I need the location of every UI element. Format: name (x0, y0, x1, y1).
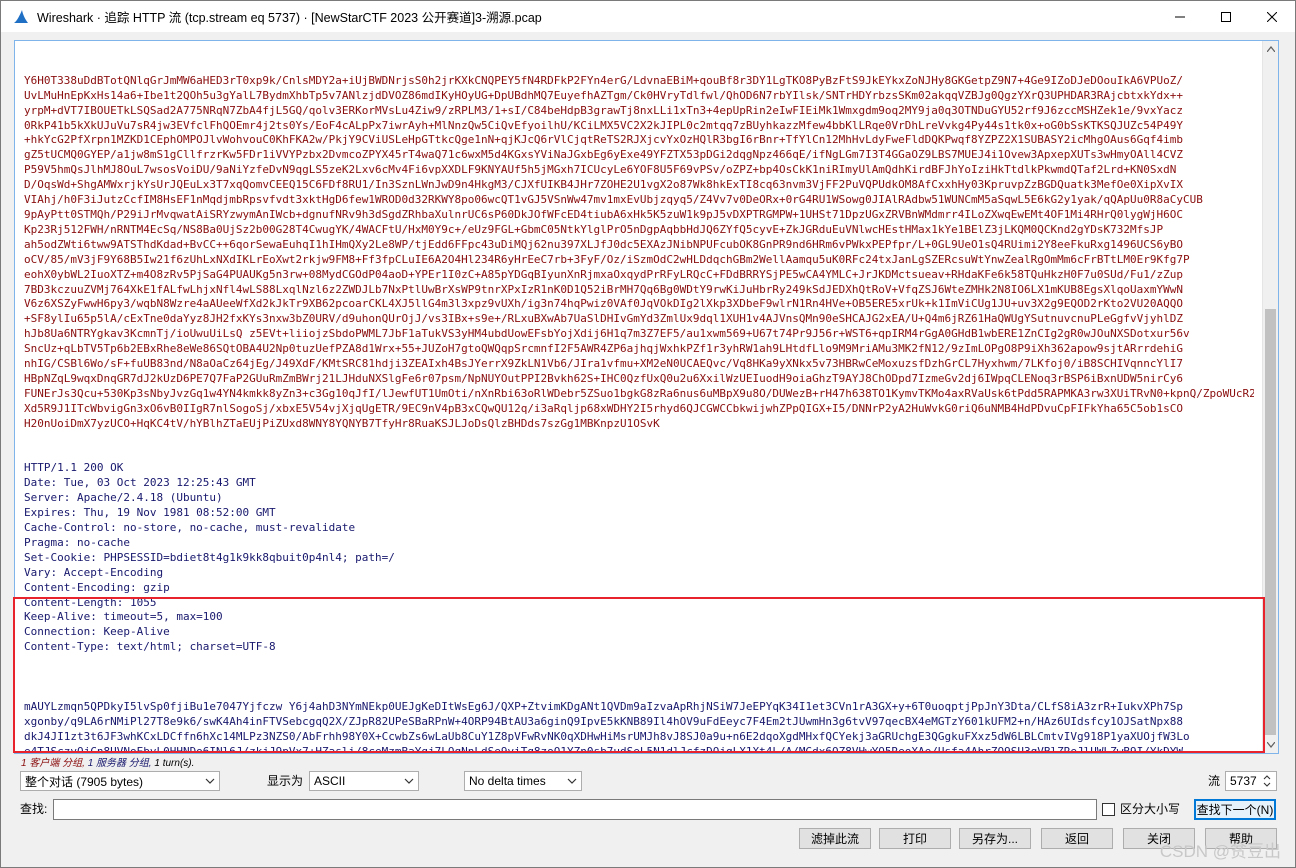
background-window-strip (1, 853, 1295, 867)
stream-line: Content-Encoding: gzip (24, 580, 170, 594)
stream-line: Kp23Rj512FWH/nRNTM4EcSq/NS8Ba0UjSz2b00G2… (24, 222, 1164, 236)
find-input[interactable] (53, 799, 1097, 820)
stream-line: Pragma: no-cache (24, 535, 130, 549)
stream-line: Y6H0T338uDdBTotQNlqGrJmMW6aHED3rT0xp9k/C… (24, 73, 1183, 87)
stream-line: dkJ4JI1zt3t6JF3whKCxLDCffn6hXc14MLPz3NZS… (24, 729, 1190, 743)
stream-line: Vary: Accept-Encoding (24, 565, 164, 579)
chevron-down-icon (567, 778, 577, 784)
spin-arrows-icon[interactable] (1262, 773, 1272, 789)
chevron-down-icon (404, 778, 414, 784)
stream-line: hJb8Ua6NTRYgkav3KcmnTj/ioUwuUiLsQ z5EVt+… (24, 327, 1190, 341)
stream-line: 0RkP41b5kXkUJuVu7sR4jw3EVfclFhQOEmr4j2ts… (24, 118, 1183, 132)
chevron-up-icon (1267, 46, 1275, 52)
stream-line: P59V5hmQsJlhMJ8OuL7wsosVoiDU/9aNiYzfeDvN… (24, 163, 1177, 177)
print-button[interactable]: 打印 (879, 828, 951, 849)
stream-line: H20nUoiDmX7yzUCO+HqKC4tV/hYBlhZTaEUjPiZU… (24, 416, 660, 430)
stream-line: UvLMuHnEpKxHs14a6+Ibe1t2QOh5u3gYalL7Bydm… (24, 88, 1183, 102)
packet-stats-line: 1 客户端 分组, 1 服务器 分组, 1 turn(s). (21, 754, 194, 769)
scroll-down-arrow[interactable] (1263, 737, 1278, 753)
stream-line: +hkYcG2PfXrpn1MZKD1CEphOMPOJlvWohvouC0Kh… (24, 133, 1183, 147)
find-label: 查找: (20, 802, 48, 816)
window-controls (1157, 1, 1295, 32)
vertical-scrollbar[interactable] (1262, 41, 1278, 753)
filter-out-stream-button[interactable]: 滤掉此流 (799, 828, 871, 849)
back-button[interactable]: 返回 (1041, 828, 1113, 849)
stream-text[interactable]: Y6H0T338uDdBTotQNlqGrJmMW6aHED3rT0xp9k/C… (24, 44, 1254, 754)
stream-line: Xd5R9J1ITcWbvigGn3xO6vB0IIgR7nlSogoSj/xb… (24, 401, 1183, 415)
stream-line: Server: Apache/2.4.18 (Ubuntu) (24, 491, 223, 505)
stream-line: ah5odZWti6tww9ATSThdKdad+BvCC++6qorSewaE… (24, 237, 1183, 251)
stream-line: +SF8ylIu65p5lA/cExTne0daYyz8JH2fxKYs3nxw… (24, 312, 1183, 326)
options-row: 整个对话 (7905 bytes) 显示为 ASCII No delta tim… (1, 771, 1295, 793)
stream-line: 7BD3kczuuZVMj764XkE1fALfwLhjxNfl4wLS88Lx… (24, 282, 1183, 296)
chevron-down-icon (1267, 742, 1275, 748)
minimize-button[interactable] (1157, 1, 1203, 32)
show-as-select[interactable]: ASCII (309, 771, 419, 791)
stream-line: Keep-Alive: timeout=5, max=100 (24, 610, 223, 624)
conversation-select[interactable]: 整个对话 (7905 bytes) (20, 771, 220, 791)
stream-line (24, 655, 1254, 670)
stream-line: yrpM+dVT7IBOUETkLSQSad2A775NRqN7ZbA4fjL5… (24, 103, 1183, 117)
title-bar[interactable]: Wireshark · 追踪 HTTP 流 (tcp.stream eq 573… (1, 1, 1295, 32)
window-title: Wireshark · 追踪 HTTP 流 (tcp.stream eq 573… (37, 11, 542, 25)
stream-line: gZ5tUCMQ0GYEP/a1jw8mS1gCllfrzrKw5FDr1iVV… (24, 148, 1183, 162)
csdn-watermark: CSDN @贫豆出 (1159, 842, 1281, 861)
stream-line: Content-Length: 1055 (24, 595, 157, 609)
stream-line: e4TJSczvQjCn8UVNoEbvL0HHNDo6INl6J/zkjJ9p… (24, 744, 1183, 754)
stream-line: Connection: Keep-Alive (24, 625, 170, 639)
stream-line: V6z6XSZyFwwH6py3/wqbN8Wzre4aAUeeWfXd2kJk… (24, 297, 1183, 311)
show-as-label: 显示为 (267, 774, 304, 788)
stream-line: Expires: Thu, 19 Nov 1981 08:52:00 GMT (24, 506, 276, 520)
stream-line: HBpNZqL9wqxDnqGR7dJ2kUzD6PE7Q7FaP2GUuRmZ… (24, 371, 1183, 385)
wireshark-fin-icon (14, 9, 28, 23)
scrollbar-thumb[interactable] (1265, 309, 1276, 735)
stream-line: VIAhj/h0F3iJutzCcfIM8HsEF1nMqdjmbRpsvfvd… (24, 193, 1203, 207)
case-sensitive-checkbox[interactable] (1102, 803, 1115, 816)
follow-stream-window: Wireshark · 追踪 HTTP 流 (tcp.stream eq 573… (0, 0, 1296, 868)
save-as-button[interactable]: 另存为... (959, 828, 1031, 849)
stream-line: Set-Cookie: PHPSESSID=bdiet8t4g1k9kk8qbu… (24, 550, 395, 564)
close-button[interactable] (1249, 1, 1295, 32)
stream-line: FUNErJs3Qcu+530Kp3sNbyJvzGq1w4YN4kmkk8yZ… (24, 386, 1254, 400)
stream-line: D/OqsWd+ShgAMWxrjkYsUrJQEuLx3T7xqQomvCEE… (24, 178, 1183, 192)
find-next-button[interactable]: 查找下一个(N) (1194, 799, 1276, 820)
delta-times-select-value: No delta times (469, 774, 546, 788)
stream-line: 9pAyPtt0STMQh/P29iJrMvqwatAiSRYzwymAnIWc… (24, 207, 1183, 221)
delta-times-select[interactable]: No delta times (464, 771, 582, 791)
case-sensitive-label: 区分大小写 (1120, 802, 1181, 816)
stream-content-pane[interactable]: Y6H0T338uDdBTotQNlqGrJmMW6aHED3rT0xp9k/C… (14, 40, 1279, 754)
stream-label: 流 (1208, 774, 1221, 788)
turns-text: 1 turn(s). (154, 758, 195, 769)
client-packets-text: 1 客户端 分组, (21, 758, 85, 769)
server-header-block: HTTP/1.1 200 OK Date: Tue, 03 Oct 2023 12… (24, 461, 1254, 670)
server-body-block: mAUYLzmqn5QPDkyI5lvSp0fjiBu1e7047Yjfczw … (24, 699, 1254, 754)
stream-line: Content-Type: text/html; charset=UTF-8 (24, 640, 276, 654)
stream-number-spinbox[interactable]: 5737 (1225, 771, 1277, 791)
conversation-select-value: 整个对话 (7905 bytes) (25, 774, 144, 789)
stream-line: eohX0ybWL2IuoXTZ+m4O8zRv5PjSaG4PUAUKg5n3… (24, 267, 1183, 281)
scroll-up-arrow[interactable] (1263, 41, 1278, 57)
stream-number-value: 5737 (1230, 774, 1257, 788)
maximize-button[interactable] (1203, 1, 1249, 32)
stream-line: xgonby/q9LA6rNMiPl27T8e9k6/swK4Ah4inFTVS… (24, 714, 1183, 728)
show-as-select-value: ASCII (314, 774, 346, 788)
stream-line: nhIG/CSBl6Wo/sF+fuUB83nd/N8aOaCz64jEg/J4… (24, 357, 1183, 371)
maximize-icon (1221, 11, 1231, 22)
minimize-icon (1175, 16, 1185, 17)
chevron-down-icon (205, 778, 215, 784)
close-icon (1267, 11, 1277, 22)
stream-line: mAUYLzmqn5QPDkyI5lvSp0fjiBu1e7047Yjfczw … (24, 699, 1183, 713)
stream-line: Cache-Control: no-store, no-cache, must-… (24, 521, 356, 534)
stream-line: oCV/85/mV3jF9Y68B5Iw21f6zUhLxNXdIKLrEoXw… (24, 252, 1190, 266)
server-packets-text: 1 服务器 分组, (87, 758, 152, 769)
stream-line: SncUz+qLbTV5Tp6b2EBxRhe8eWe86SQtOBA4U2Np… (24, 342, 1183, 356)
stream-line: Date: Tue, 03 Oct 2023 12:25:43 GMT (24, 476, 256, 490)
stream-line: HTTP/1.1 200 OK (24, 461, 124, 475)
client-data-block: Y6H0T338uDdBTotQNlqGrJmMW6aHED3rT0xp9k/C… (24, 74, 1254, 432)
